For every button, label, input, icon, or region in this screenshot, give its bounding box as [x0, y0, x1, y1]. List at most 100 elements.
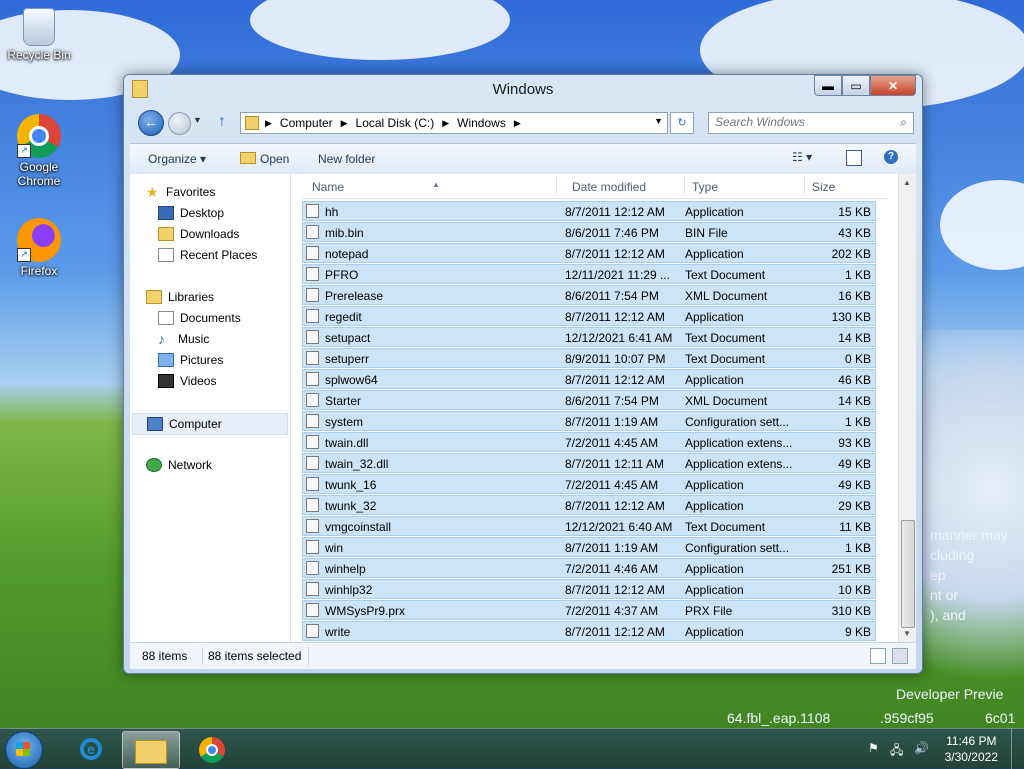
file-type: Configuration sett... [685, 541, 790, 555]
preview-pane-button[interactable] [846, 150, 862, 166]
taskbar-file-explorer[interactable] [122, 731, 180, 769]
back-button[interactable]: ← [138, 110, 164, 136]
nav-label: Music [178, 332, 210, 346]
address-bar[interactable]: ▶ Computer ▶ Local Disk (C:) ▶ Windows ▶… [240, 112, 668, 134]
file-name: twain_32.dll [325, 457, 389, 471]
open-button[interactable]: Open [240, 152, 289, 166]
chevron-down-icon[interactable]: ▼ [654, 116, 663, 126]
start-button[interactable] [5, 731, 43, 769]
column-header-date[interactable]: Date modified [572, 180, 646, 194]
forward-button[interactable] [168, 112, 191, 135]
explorer-window[interactable]: Windows ▬ ▭ ✕ ← ▼ ↑ ▶ Computer ▶ Local D… [123, 74, 923, 674]
large-icons-view-icon[interactable] [892, 648, 908, 664]
file-icon [306, 414, 319, 428]
file-name: PFRO [325, 268, 359, 282]
file-row[interactable]: winhlp32 8/7/2011 12:12 AM Application 10 K… [302, 579, 876, 599]
file-icon [306, 456, 319, 470]
taskbar-internet-explorer[interactable]: e [62, 731, 118, 767]
scroll-up-arrow-icon[interactable]: ▲ [903, 178, 911, 187]
desktop-icon-label: Firefox [20, 264, 58, 278]
scrollbar-thumb[interactable] [901, 520, 915, 628]
file-row[interactable]: twain_32.dll 8/7/2011 12:11 AM Application… [302, 453, 876, 473]
volume-icon[interactable]: 🔊 [914, 741, 929, 755]
up-arrow-icon[interactable]: ↑ [218, 113, 226, 131]
file-row[interactable]: Starter 8/6/2011 7:54 PM XML Document 14 KB [302, 390, 876, 410]
help-button[interactable]: ? [884, 150, 898, 164]
search-input[interactable] [709, 113, 891, 131]
file-row[interactable]: setupact 12/12/2021 6:41 AM Text Document 1… [302, 327, 876, 347]
file-row[interactable]: twain.dll 7/2/2011 4:45 AM Application ext… [302, 432, 876, 452]
column-header-type[interactable]: Type [692, 180, 718, 194]
file-row[interactable]: hh 8/7/2011 12:12 AM Application 15 KB [302, 201, 876, 221]
file-size: 16 KB [838, 289, 871, 303]
file-name: twunk_16 [325, 478, 377, 492]
file-row[interactable]: WMSysPr9.prx 7/2/2011 4:37 AM PRX File 310 … [302, 600, 876, 620]
file-name: splwow64 [325, 373, 378, 387]
maximize-button[interactable]: ▭ [842, 75, 870, 96]
close-button[interactable]: ✕ [870, 75, 916, 96]
file-size: 46 KB [838, 373, 871, 387]
file-date: 8/6/2011 7:46 PM [565, 226, 659, 240]
vertical-scrollbar[interactable]: ▲ ▼ [898, 174, 916, 642]
chevron-right-icon[interactable]: ▶ [514, 118, 521, 129]
refresh-button[interactable]: ↻ [670, 112, 694, 134]
desktop-icon-firefox[interactable]: ↗ Firefox [4, 218, 74, 278]
status-bar: 88 items 88 items selected [130, 643, 916, 669]
column-header-size[interactable]: Size [812, 180, 835, 194]
column-divider[interactable] [556, 176, 557, 196]
file-row[interactable]: win 8/7/2011 1:19 AM Configuration sett...… [302, 537, 876, 557]
nav-computer[interactable]: Computer [132, 413, 288, 435]
new-folder-button[interactable]: New folder [318, 152, 375, 166]
details-view-icon[interactable] [870, 648, 886, 664]
file-row[interactable]: system 8/7/2011 1:19 AM Configuration sett… [302, 411, 876, 431]
change-view-button[interactable]: ☷ ▾ [792, 150, 812, 164]
breadcrumb-local-disk[interactable]: Local Disk (C:) [356, 116, 435, 130]
file-type: PRX File [685, 604, 733, 618]
file-icon [306, 498, 319, 512]
file-row[interactable]: mib.bin 8/6/2011 7:46 PM BIN File 43 KB [302, 222, 876, 242]
file-type: Text Document [685, 331, 766, 345]
file-row[interactable]: winhelp 7/2/2011 4:46 AM Application 251 KB [302, 558, 876, 578]
file-row[interactable]: write 8/7/2011 12:12 AM Application 9 KB [302, 621, 876, 641]
breadcrumb-windows[interactable]: Windows [457, 116, 506, 130]
file-row[interactable]: twunk_16 7/2/2011 4:45 AM Application 49 KB [302, 474, 876, 494]
desktop-icon-google-chrome[interactable]: ↗ Google Chrome [4, 114, 74, 188]
file-date: 8/7/2011 12:12 AM [565, 205, 665, 219]
file-row[interactable]: twunk_32 8/7/2011 12:12 AM Application 29 K… [302, 495, 876, 515]
scroll-down-arrow-icon[interactable]: ▼ [903, 629, 911, 638]
file-size: 49 KB [838, 457, 871, 471]
show-desktop-button[interactable] [1011, 729, 1024, 769]
column-divider[interactable] [804, 176, 805, 196]
file-size: 130 KB [831, 310, 871, 324]
nav-favorites[interactable]: ★ Favorites [146, 182, 304, 202]
column-header-name[interactable]: Name [312, 180, 344, 194]
chevron-right-icon[interactable]: ▶ [341, 118, 348, 129]
taskbar-google-chrome[interactable] [182, 731, 238, 767]
file-date: 8/7/2011 12:12 AM [565, 247, 665, 261]
file-row[interactable]: splwow64 8/7/2011 12:12 AM Application 46 K… [302, 369, 876, 389]
chevron-right-icon[interactable]: ▶ [442, 118, 449, 129]
file-row[interactable]: vmgcoinstall 12/12/2021 6:40 AM Text Docum… [302, 516, 876, 536]
file-row[interactable]: regedit 8/7/2011 12:12 AM Application 130 K… [302, 306, 876, 326]
nav-network[interactable]: Network [146, 455, 304, 475]
minimize-button[interactable]: ▬ [814, 75, 842, 96]
column-divider[interactable] [684, 176, 685, 196]
search-icon[interactable]: ⌕ [900, 115, 907, 130]
recent-pages-dropdown[interactable]: ▼ [193, 115, 202, 125]
file-type: Application [685, 205, 744, 219]
file-type: Text Document [685, 520, 766, 534]
clock[interactable]: 11:46 PM 3/30/2022 [945, 733, 998, 765]
file-row[interactable]: setuperr 8/9/2011 10:07 PM Text Document 0 … [302, 348, 876, 368]
network-icon[interactable]: 🖧 [890, 741, 903, 762]
videos-icon [158, 374, 174, 388]
window-controls: ▬ ▭ ✕ [814, 75, 916, 96]
breadcrumb-computer[interactable]: Computer [280, 116, 333, 130]
nav-libraries[interactable]: Libraries [146, 287, 304, 307]
file-row[interactable]: Prerelease 8/6/2011 7:54 PM XML Document 16… [302, 285, 876, 305]
action-center-flag-icon[interactable]: ⚑ [868, 741, 879, 755]
file-row[interactable]: notepad 8/7/2011 12:12 AM Application 202 K… [302, 243, 876, 263]
organize-button[interactable]: Organize ▾ [148, 152, 206, 166]
desktop-icon-recycle-bin[interactable]: Recycle Bin [4, 8, 74, 62]
folder-icon [245, 116, 259, 130]
file-row[interactable]: PFRO 12/11/2021 11:29 ... Text Document 1 K… [302, 264, 876, 284]
